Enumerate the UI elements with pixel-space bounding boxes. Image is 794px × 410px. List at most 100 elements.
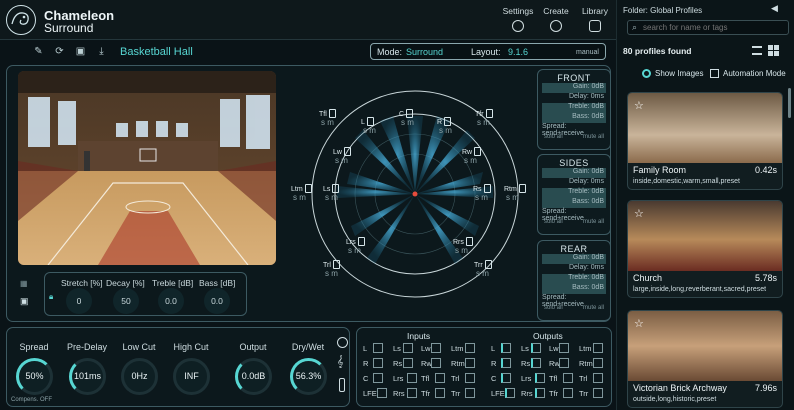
solo-mute[interactable]: s m bbox=[325, 269, 340, 278]
zone-bass[interactable]: Bass: 0dB bbox=[542, 198, 606, 208]
chart-icon[interactable]: ▦ bbox=[20, 279, 30, 288]
solo-mute[interactable]: s m bbox=[475, 193, 491, 202]
speaker-tfl[interactable]: Tfl s m bbox=[319, 108, 336, 127]
toggle-icon[interactable] bbox=[339, 378, 345, 392]
solo-mute[interactable]: s m bbox=[321, 118, 336, 127]
in-checkbox-lfe[interactable] bbox=[377, 388, 387, 398]
predelay-knob[interactable]: 101ms bbox=[69, 358, 106, 395]
solo-mute[interactable]: s m bbox=[348, 246, 365, 255]
speaker-rtm[interactable]: Rtm s m bbox=[504, 183, 526, 202]
solo-mute[interactable]: s m bbox=[325, 193, 339, 202]
out-checkbox-tfr[interactable] bbox=[563, 388, 573, 398]
out-checkbox-ls[interactable] bbox=[531, 343, 541, 353]
zone-treble[interactable]: Treble: 0dB bbox=[542, 103, 606, 113]
in-checkbox-rw[interactable] bbox=[431, 358, 441, 368]
speaker-r[interactable]: Rs m bbox=[437, 116, 452, 135]
reset-icon[interactable]: ⟳ bbox=[54, 46, 65, 57]
solo-mute[interactable]: s m bbox=[464, 156, 481, 165]
speaker-rw[interactable]: Rw s m bbox=[462, 146, 482, 165]
solo-mute[interactable]: s m bbox=[477, 118, 493, 127]
out-checkbox-lrs[interactable] bbox=[535, 373, 545, 383]
solo-mute[interactable]: s m bbox=[293, 193, 312, 202]
speaker-trr[interactable]: Trr s m bbox=[474, 259, 492, 278]
speaker-trl[interactable]: Trl s m bbox=[323, 259, 340, 278]
library-button[interactable]: Library bbox=[575, 6, 615, 32]
in-checkbox-rrs[interactable] bbox=[407, 388, 417, 398]
favorite-star-icon[interactable]: ☆ bbox=[634, 99, 644, 112]
in-checkbox-rtm[interactable] bbox=[465, 358, 475, 368]
search-input[interactable] bbox=[643, 22, 783, 33]
automation-checkbox[interactable] bbox=[710, 69, 719, 78]
speaker-ls[interactable]: Ls s m bbox=[323, 183, 340, 202]
solo-mute[interactable]: s m bbox=[401, 118, 414, 127]
speaker-l[interactable]: Ls m bbox=[361, 116, 376, 135]
compens-status[interactable]: Compens. OFF bbox=[11, 397, 52, 403]
output-knob[interactable]: 0.0dB bbox=[235, 358, 272, 395]
image-icon[interactable]: ▣ bbox=[20, 296, 30, 306]
solo-mute[interactable]: s m bbox=[476, 269, 492, 278]
out-checkbox-r[interactable] bbox=[501, 358, 511, 368]
out-checkbox-rrs[interactable] bbox=[535, 388, 545, 398]
out-checkbox-c[interactable] bbox=[501, 373, 511, 383]
download-icon[interactable]: ⤓ bbox=[96, 46, 107, 57]
speaker-lrs[interactable]: Lrs s m bbox=[346, 236, 365, 255]
out-checkbox-ltm[interactable] bbox=[593, 343, 603, 353]
layout-value[interactable]: 9.1.6 bbox=[508, 47, 528, 57]
favorite-star-icon[interactable]: ☆ bbox=[634, 207, 644, 220]
zone-spread[interactable]: Spread: send+receive bbox=[542, 123, 606, 137]
zone-treble[interactable]: Treble: 0dB bbox=[542, 274, 606, 284]
zone-treble[interactable]: Treble: 0dB bbox=[542, 188, 606, 198]
zone-delay[interactable]: Delay: 0ms bbox=[542, 178, 606, 188]
speaker-c[interactable]: Cs m bbox=[399, 108, 414, 127]
folder-label[interactable]: Folder: Global Profiles bbox=[623, 6, 702, 15]
zone-bass[interactable]: Bass: 0dB bbox=[542, 284, 606, 294]
out-checkbox-l[interactable] bbox=[501, 343, 511, 353]
in-checkbox-tfr[interactable] bbox=[435, 388, 445, 398]
highcut-knob[interactable]: INF bbox=[173, 358, 210, 395]
zone-delay[interactable]: Delay: 0ms bbox=[542, 93, 606, 103]
drywet-knob[interactable]: 56.3% bbox=[290, 358, 327, 395]
in-checkbox-lrs[interactable] bbox=[407, 373, 417, 383]
scrollbar[interactable] bbox=[788, 88, 791, 118]
zone-gain[interactable]: Gain: 0dB bbox=[542, 168, 606, 178]
collapse-arrow-icon[interactable]: ◀ bbox=[771, 3, 778, 14]
settings-button[interactable]: Settings bbox=[498, 6, 538, 32]
favorite-star-icon[interactable]: ☆ bbox=[634, 317, 644, 330]
out-checkbox-rw[interactable] bbox=[559, 358, 569, 368]
out-checkbox-trl[interactable] bbox=[593, 373, 603, 383]
zone-spread[interactable]: Spread: send+receive bbox=[542, 208, 606, 222]
create-button[interactable]: Create bbox=[536, 6, 576, 32]
in-checkbox-ltm[interactable] bbox=[465, 343, 475, 353]
treble-knob[interactable]: 0.0 bbox=[158, 288, 184, 314]
preset-name[interactable]: Basketball Hall bbox=[120, 46, 193, 58]
zone-delay[interactable]: Delay: 0ms bbox=[542, 264, 606, 274]
in-checkbox-tfl[interactable] bbox=[435, 373, 445, 383]
out-checkbox-rtm[interactable] bbox=[593, 358, 603, 368]
bass-knob[interactable]: 0.0 bbox=[204, 288, 230, 314]
in-checkbox-rs[interactable] bbox=[403, 358, 413, 368]
speaker-tfr[interactable]: Tfr s m bbox=[475, 108, 493, 127]
clock-icon[interactable] bbox=[337, 337, 348, 348]
in-checkbox-c[interactable] bbox=[373, 373, 383, 383]
out-checkbox-lfe[interactable] bbox=[505, 388, 515, 398]
out-checkbox-tfl[interactable] bbox=[563, 373, 573, 383]
spread-knob[interactable]: 50% bbox=[16, 358, 53, 395]
solo-mute[interactable]: s m bbox=[335, 156, 351, 165]
ear-icon[interactable]: 𝄞 bbox=[337, 356, 344, 369]
manual-label[interactable]: manual bbox=[576, 49, 599, 56]
in-checkbox-trl[interactable] bbox=[465, 373, 475, 383]
zone-spread[interactable]: Spread: send+receive bbox=[542, 294, 606, 308]
profile-card[interactable]: ☆ Church 5.78s large,inside,long,reverberan… bbox=[627, 200, 783, 298]
speaker-lw[interactable]: Lw s m bbox=[333, 146, 351, 165]
in-checkbox-trr[interactable] bbox=[465, 388, 475, 398]
decay-knob[interactable]: 50 bbox=[113, 288, 139, 314]
out-checkbox-rs[interactable] bbox=[531, 358, 541, 368]
in-checkbox-ls[interactable] bbox=[403, 343, 413, 353]
speaker-ltm[interactable]: Ltm s m bbox=[291, 183, 312, 202]
list-view-icon[interactable] bbox=[752, 46, 762, 55]
zone-gain[interactable]: Gain: 0dB bbox=[542, 254, 606, 264]
out-checkbox-lw[interactable] bbox=[559, 343, 569, 353]
solo-mute[interactable]: s m bbox=[439, 126, 452, 135]
in-checkbox-lw[interactable] bbox=[431, 343, 441, 353]
stretch-knob[interactable]: 0 bbox=[66, 288, 92, 314]
